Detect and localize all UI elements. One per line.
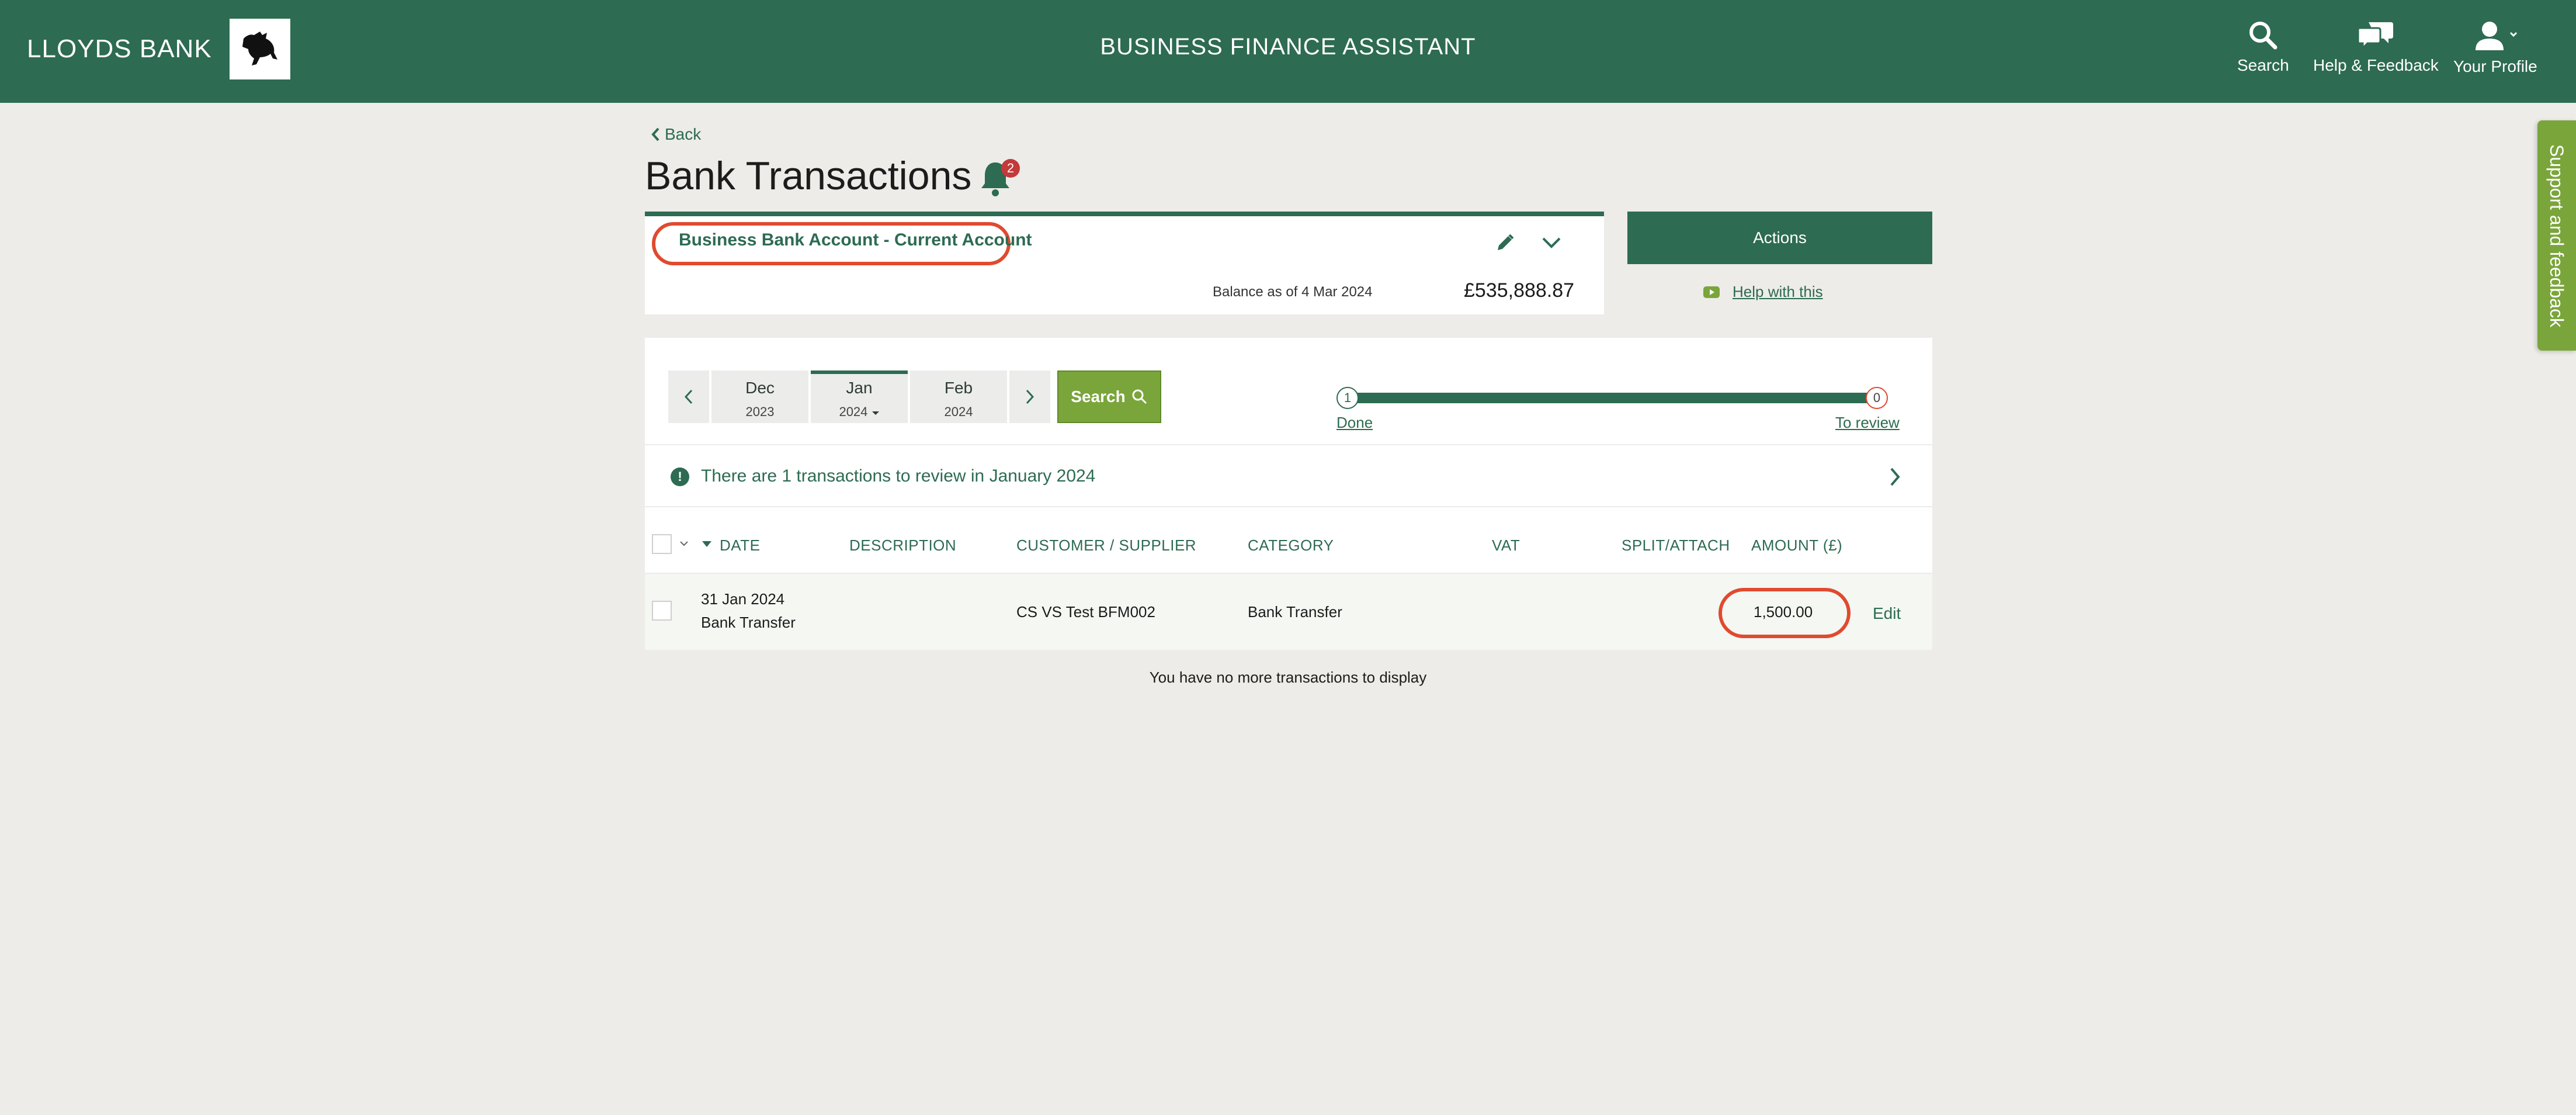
column-vat[interactable]: VAT — [1492, 536, 1520, 555]
column-split-attach[interactable]: SPLIT/ATTACH — [1622, 536, 1730, 555]
review-progress: 1 0 Done To review — [1336, 380, 1921, 431]
search-icon — [2249, 22, 2278, 50]
row-category[interactable]: Bank Transfer — [1248, 603, 1342, 621]
support-feedback-label: Support and feedback — [2546, 144, 2568, 327]
row-amount: 1,500.00 — [1754, 603, 1813, 621]
top-header: LLOYDS BANK BUSINESS FINANCE ASSISTANT S… — [0, 0, 2576, 103]
year-dropdown: 2024 — [811, 404, 908, 420]
table-row[interactable]: 31 Jan 2024 Bank Transfer CS VS Test BFM… — [645, 573, 1932, 650]
done-link[interactable]: Done — [1336, 414, 1373, 432]
year-label: 2023 — [745, 404, 775, 419]
year-label: 2024 — [944, 404, 973, 419]
help-with-this-link[interactable]: Help with this — [1703, 283, 1823, 301]
back-label: Back — [665, 125, 702, 143]
year-label: 2024 — [839, 404, 868, 419]
header-help-feedback-button[interactable]: Help & Feedback — [2313, 20, 2439, 75]
notification-badge: 2 — [1001, 159, 1020, 178]
chevron-left-icon — [651, 127, 659, 141]
speech-bubbles-icon — [2357, 22, 2394, 50]
to-review-link[interactable]: To review — [1835, 414, 1900, 432]
column-description[interactable]: DESCRIPTION — [849, 536, 956, 555]
account-card: Business Bank Account - Current Account … — [645, 212, 1604, 314]
no-more-transactions-text: You have no more transactions to display — [1149, 669, 1427, 686]
account-name[interactable]: Business Bank Account - Current Account — [679, 230, 1032, 250]
balance-label: Balance as of 4 Mar 2024 — [1213, 284, 1373, 300]
month-label: Feb — [944, 379, 973, 397]
column-category[interactable]: CATEGORY — [1248, 536, 1334, 555]
row-date: 31 Jan 2024 — [701, 590, 785, 608]
search-label: Search — [2237, 56, 2289, 74]
profile-label: Your Profile — [2453, 57, 2537, 75]
search-button-label: Search — [1071, 387, 1126, 406]
chevron-right-icon — [1888, 465, 1902, 491]
month-tab-jan[interactable]: Jan 2024 — [811, 370, 908, 423]
chevron-down-icon[interactable] — [679, 540, 689, 551]
review-banner[interactable]: ! There are 1 transactions to review in … — [645, 444, 1932, 507]
previous-month-button[interactable] — [668, 370, 709, 423]
caret-down-icon — [872, 411, 879, 415]
next-month-button[interactable] — [1009, 370, 1050, 423]
notifications-button[interactable]: 2 — [978, 158, 1020, 199]
select-all-checkbox[interactable] — [652, 534, 672, 554]
table-header: DATE DESCRIPTION CUSTOMER / SUPPLIER CAT… — [645, 508, 1932, 572]
row-checkbox[interactable] — [652, 601, 672, 621]
done-count: 1 — [1336, 387, 1359, 409]
chevron-right-icon — [1026, 389, 1034, 404]
month-tab-feb[interactable]: Feb 2024 — [910, 370, 1007, 423]
transactions-panel: Dec 2023 Jan 2024 Feb 2024 Search 1 0 Do… — [645, 338, 1932, 650]
help-feedback-label: Help & Feedback — [2313, 56, 2439, 74]
column-customer-supplier[interactable]: CUSTOMER / SUPPLIER — [1016, 536, 1196, 555]
header-title: BUSINESS FINANCE ASSISTANT — [1100, 34, 1476, 60]
month-label: Dec — [745, 379, 775, 397]
review-banner-text: There are 1 transactions to review in Ja… — [701, 466, 1096, 486]
actions-button[interactable]: Actions — [1627, 212, 1932, 264]
help-with-this-label: Help with this — [1733, 283, 1823, 300]
column-amount[interactable]: AMOUNT (£) — [1751, 536, 1842, 555]
month-tab-dec[interactable]: Dec 2023 — [711, 370, 808, 423]
chevron-down-icon[interactable] — [1540, 234, 1563, 254]
search-icon — [1132, 389, 1147, 404]
balance-value: £535,888.87 — [1464, 279, 1575, 302]
exclamation-icon: ! — [671, 468, 689, 486]
header-profile-button[interactable]: Your Profile — [2453, 20, 2537, 76]
to-review-count: 0 — [1866, 387, 1888, 409]
page-title: Bank Transactions — [645, 154, 972, 198]
back-link[interactable]: Back — [651, 125, 701, 144]
sort-desc-icon[interactable] — [701, 540, 713, 551]
video-play-icon — [1703, 286, 1720, 298]
month-navigator: Dec 2023 Jan 2024 Feb 2024 Search — [668, 370, 1161, 423]
column-date[interactable]: DATE — [720, 536, 760, 555]
header-search-button[interactable]: Search — [2237, 20, 2289, 75]
row-type: Bank Transfer — [701, 614, 796, 631]
row-edit-link[interactable]: Edit — [1873, 604, 1901, 623]
row-customer: CS VS Test BFM002 — [1016, 603, 1155, 621]
search-transactions-button[interactable]: Search — [1057, 370, 1161, 423]
progress-track — [1345, 393, 1876, 403]
user-profile-icon — [2475, 22, 2517, 50]
month-label: Jan — [846, 379, 873, 397]
support-feedback-tab[interactable]: Support and feedback — [2537, 120, 2576, 351]
pencil-icon[interactable] — [1494, 233, 1515, 257]
chevron-left-icon — [684, 389, 693, 404]
